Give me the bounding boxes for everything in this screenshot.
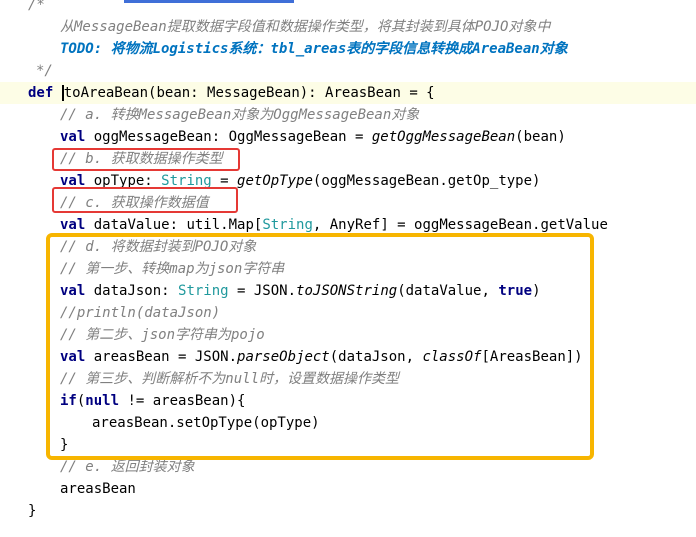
annotation-box-op-type [52, 148, 240, 171]
code-text: (bean: MessageBean): AreasBean = { [148, 85, 435, 101]
doc-comment: */ [36, 63, 53, 79]
code-text: (oggMessageBean.getOp_type) [312, 173, 541, 189]
function-call: getOggMessageBean [371, 129, 516, 145]
code-text: oggMessageBean: OggMessageBean = [85, 129, 372, 145]
code-line[interactable]: areasBean [60, 478, 136, 500]
code-text: , AnyRef] = oggMessageBean.getValue [312, 217, 608, 233]
keyword: val [60, 129, 86, 145]
active-tab-indicator [124, 0, 294, 3]
doc-comment: /* [28, 0, 45, 13]
code-line[interactable]: TODO: 将物流Logistics系统：tbl_areas表的字段信息转换成A… [60, 38, 568, 60]
code-line[interactable]: // a. 转换MessageBean对象为OggMessageBean对象 [60, 104, 419, 126]
doc-comment: 从MessageBean提取数据字段值和数据操作类型，将其封装到具体POJO对象… [60, 19, 551, 35]
function-call: getOpType [237, 173, 313, 189]
line-comment: // e. 返回封装对象 [60, 459, 195, 475]
code-text: areasBean [60, 481, 136, 497]
code-text: dataValue: util.Map[ [85, 217, 263, 233]
todo-comment: TODO: 将物流Logistics系统：tbl_areas表的字段信息转换成A… [60, 41, 568, 57]
code-line[interactable]: } [28, 500, 36, 522]
code-line[interactable]: */ [36, 60, 53, 82]
code-line[interactable]: val oggMessageBean: OggMessageBean = get… [60, 126, 566, 148]
keyword: val [60, 217, 86, 233]
code-text: } [28, 503, 37, 519]
code-line[interactable]: 从MessageBean提取数据字段值和数据操作类型，将其封装到具体POJO对象… [60, 16, 550, 38]
code-line[interactable]: def toAreaBean(bean: MessageBean): Areas… [28, 82, 435, 104]
annotation-box-data-value [52, 187, 238, 213]
annotation-box-pojo-block [46, 233, 594, 460]
line-comment: // a. 转换MessageBean对象为OggMessageBean对象 [60, 107, 420, 123]
code-editor[interactable]: /* 从MessageBean提取数据字段值和数据操作类型，将其封装到具体POJ… [0, 0, 696, 537]
type-name: String [262, 217, 313, 233]
code-text: (bean) [515, 129, 566, 145]
keyword: def [28, 85, 54, 101]
code-line[interactable]: /* [28, 0, 45, 16]
function-name: toAreaBean [63, 85, 149, 101]
